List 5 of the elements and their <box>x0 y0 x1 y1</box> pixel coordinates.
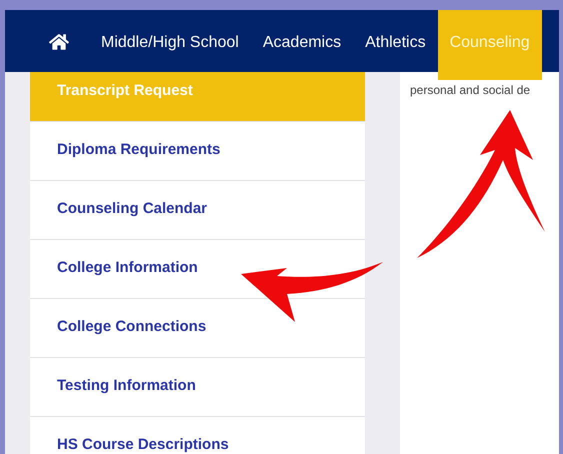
nav-tab[interactable]: Middle/High School <box>89 10 251 72</box>
nav-tab[interactable]: Academics <box>250 10 354 72</box>
nav-tab[interactable]: Athletics <box>353 10 438 72</box>
home-icon[interactable] <box>49 32 69 52</box>
content-text: personal and social de <box>410 83 532 97</box>
